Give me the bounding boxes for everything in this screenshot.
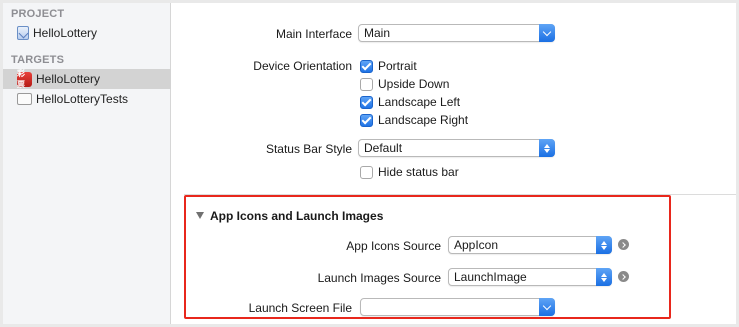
targets-section-header: TARGETS [11, 54, 65, 66]
sidebar-item-label: HelloLotteryTests [36, 92, 129, 106]
main-interface-label: Main Interface [275, 27, 352, 41]
status-bar-style-value: Default [364, 141, 403, 155]
hide-status-bar-checkbox-row[interactable]: Hide status bar [360, 165, 459, 179]
device-orientation-label: Device Orientation [253, 59, 352, 73]
sidebar-item-target-tests[interactable]: HelloLotteryTests [3, 89, 171, 109]
portrait-label: Portrait [378, 59, 417, 73]
popup-stepper-button[interactable] [539, 139, 555, 157]
landscape-right-label: Landscape Right [378, 113, 469, 127]
up-down-chevron-icon [544, 143, 550, 153]
sidebar-item-label: HelloLottery [36, 72, 101, 86]
project-navigator-sidebar: PROJECT HelloLottery TARGETS 彩票 HelloLot… [3, 3, 171, 324]
landscape-right-checkbox[interactable] [360, 113, 373, 127]
combo-dropdown-button[interactable] [539, 24, 555, 42]
upside-down-checkbox-row[interactable]: Upside Down [360, 77, 449, 91]
hide-status-bar-label: Hide status bar [378, 165, 459, 179]
landscape-right-checkbox-row[interactable]: Landscape Right [360, 113, 468, 127]
status-bar-style-label: Status Bar Style [265, 142, 352, 156]
portrait-checkbox-row[interactable]: Portrait [360, 59, 417, 73]
highlight-annotation-box [184, 195, 671, 319]
upside-down-label: Upside Down [378, 77, 450, 91]
test-bundle-icon [17, 93, 32, 105]
landscape-left-label: Landscape Left [378, 95, 461, 109]
main-interface-value: Main [364, 26, 391, 40]
sidebar-item-project[interactable]: HelloLottery [3, 23, 171, 43]
app-icon: 彩票 [17, 69, 32, 89]
main-interface-combo[interactable]: Main [358, 24, 555, 42]
project-section-header: PROJECT [11, 8, 65, 20]
chevron-down-icon [542, 27, 552, 36]
landscape-left-checkbox-row[interactable]: Landscape Left [360, 95, 460, 109]
project-file-icon [17, 26, 29, 40]
portrait-checkbox[interactable] [360, 59, 373, 73]
upside-down-checkbox[interactable] [360, 77, 373, 91]
sidebar-item-label: HelloLottery [33, 26, 98, 40]
hide-status-bar-checkbox[interactable] [360, 165, 373, 179]
status-bar-style-popup[interactable]: Default [358, 139, 555, 157]
landscape-left-checkbox[interactable] [360, 95, 373, 109]
sidebar-item-target-hellolottery[interactable]: 彩票 HelloLottery [3, 69, 171, 89]
